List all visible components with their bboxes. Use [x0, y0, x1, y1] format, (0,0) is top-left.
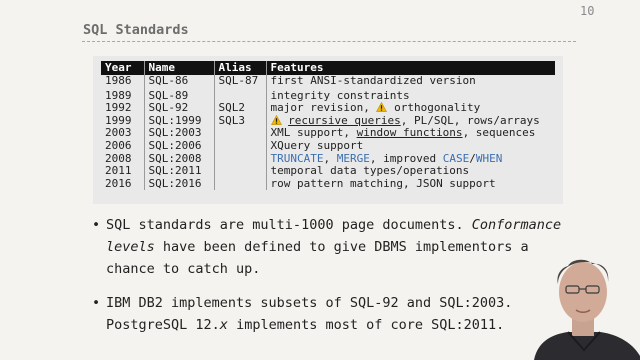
feature-text: recursive queries — [288, 113, 401, 127]
feature-text: window functions — [356, 126, 463, 140]
standards-table-panel: Year Name Alias Features 1986 SQL-86 SQL… — [93, 56, 563, 204]
bullet-marker: • — [92, 217, 101, 233]
table-row: 1989 SQL-89 integrity constraints — [101, 87, 555, 103]
alias-cell: SQL2 — [213, 102, 266, 115]
year-cell: 1986 — [105, 74, 132, 87]
year-cell: 2016 — [105, 176, 132, 190]
feature-text: row pattern matching, JSON support — [270, 176, 496, 190]
bullet-emphasis: x — [219, 317, 228, 333]
bullet-marker: • — [92, 295, 101, 311]
feature-text: orthogonality — [394, 101, 481, 115]
feature-text: XML support, — [270, 126, 357, 140]
alias-cell: SQL3 — [213, 114, 266, 128]
feature-text: first ANSI-standardized version — [270, 74, 476, 87]
year-cell: 2011 — [105, 164, 132, 178]
name-cell: SQL:2006 — [143, 139, 214, 153]
year-cell: 2006 — [105, 138, 132, 152]
page-number: 10 — [580, 4, 595, 18]
features-cell: row pattern matching, JSON support — [265, 176, 555, 191]
alias-cell — [213, 152, 266, 166]
feature-text: integrity constraints — [270, 88, 410, 102]
year-cell: 1992 — [105, 101, 132, 115]
warning-icon — [376, 102, 388, 113]
column-header-alias: Alias — [213, 61, 266, 75]
feature-text: , sequences — [462, 126, 536, 140]
name-cell: SQL-92 — [143, 102, 214, 115]
warning-icon — [270, 114, 282, 125]
bullet-text: SQL standards are multi-1000 page docume… — [106, 217, 472, 233]
alias-cell — [213, 127, 266, 140]
features-cell: integrity constraints — [265, 87, 555, 103]
column-header-name: Name — [143, 61, 214, 75]
column-header-features: Features — [265, 61, 555, 75]
alias-cell — [213, 165, 266, 178]
feature-text: , PL/SQL, rows/arrays — [400, 113, 540, 127]
alias-cell — [213, 177, 266, 191]
sql-keyword: TRUNCATE — [270, 151, 324, 165]
features-cell: first ANSI-standardized version — [265, 74, 555, 88]
bullet-text: implements most of core SQL:2011. — [227, 317, 505, 333]
column-header-year: Year — [101, 61, 144, 75]
feature-text: , — [323, 151, 337, 165]
slide-title: SQL Standards — [83, 22, 189, 38]
feature-text: temporal data types/operations — [270, 164, 470, 178]
feature-text: , improved — [369, 151, 443, 165]
title-divider — [82, 41, 576, 42]
sql-keyword: MERGE — [336, 151, 370, 165]
bullet-item: • IBM DB2 implements subsets of SQL-92 an… — [92, 292, 562, 336]
name-cell: SQL-89 — [143, 87, 214, 103]
name-cell: SQL:2011 — [143, 165, 214, 178]
speaker-video-overlay — [534, 259, 640, 360]
feature-text: / — [469, 151, 476, 165]
bullet-text: have been defined to give DBMS implement… — [106, 239, 529, 277]
year-cell: 1989 — [105, 88, 132, 102]
bullet-item: • SQL standards are multi-1000 page docum… — [92, 214, 562, 280]
alias-cell: SQL-87 — [213, 74, 266, 88]
table-header-row: Year Name Alias Features — [101, 61, 555, 75]
sql-keyword: CASE — [442, 151, 470, 165]
feature-text: XQuery support — [270, 138, 364, 152]
sql-standards-table: Year Name Alias Features 1986 SQL-86 SQL… — [101, 61, 555, 191]
table-row: 1986 SQL-86 SQL-87 first ANSI-standardiz… — [101, 74, 555, 88]
sql-keyword: WHEN — [475, 151, 503, 165]
feature-text: major revision, — [270, 101, 377, 115]
alias-cell — [213, 139, 266, 153]
table-row: 2016 SQL:2016 row pattern matching, JSON… — [101, 176, 555, 191]
name-cell: SQL:2016 — [143, 177, 214, 191]
name-cell: SQL-86 — [143, 74, 214, 88]
bullet-list: • SQL standards are multi-1000 page docum… — [92, 214, 562, 336]
alias-cell — [213, 87, 266, 103]
